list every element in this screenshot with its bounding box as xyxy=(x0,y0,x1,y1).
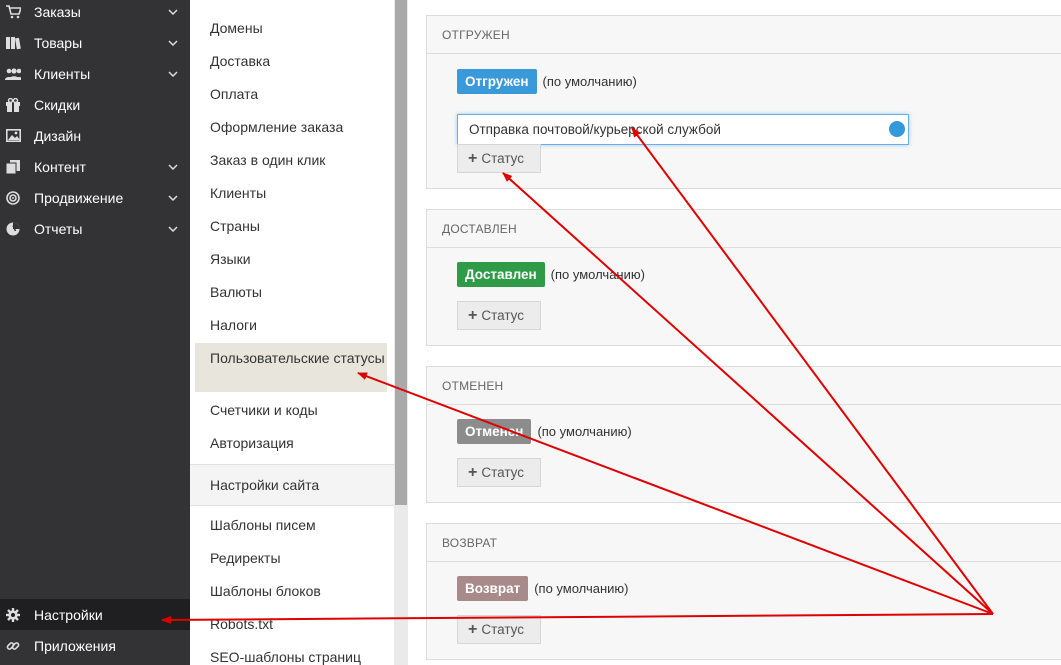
chevron-down-icon xyxy=(164,163,182,170)
add-status-label: Статус xyxy=(481,622,525,637)
status-line: Отменен (по умолчанию) xyxy=(457,419,632,444)
chevron-down-icon xyxy=(164,70,182,77)
nav-item-settings[interactable]: Настройки xyxy=(0,599,190,630)
status-description-input[interactable]: Отправка почтовой/курьерской службой xyxy=(457,114,909,145)
submenu-item-redirects[interactable]: Редиректы xyxy=(190,549,394,568)
submenu-item-seo-templates[interactable]: SEO-шаблоны страниц xyxy=(190,648,394,665)
nav-label: Контент xyxy=(34,158,86,175)
add-status-button[interactable]: + Статус xyxy=(457,144,541,173)
default-label: (по умолчанию) xyxy=(542,74,637,89)
submenu-item-custom-statuses[interactable]: Пользовательские статусы xyxy=(195,343,387,392)
settings-submenu: Домены Доставка Оплата Оформление заказа… xyxy=(190,0,394,665)
status-card-delivered: ДОСТАВЛЕН Доставлен (по умолчанию) + Ста… xyxy=(426,209,1061,346)
nav-label: Приложения xyxy=(34,637,116,654)
status-card-shipped: ОТГРУЖЕН Отгружен (по умолчанию) Отправк… xyxy=(426,15,1061,189)
books-icon xyxy=(5,35,21,51)
submenu-item-languages[interactable]: Языки xyxy=(190,250,394,269)
status-badge: Отгружен xyxy=(457,69,537,94)
nav-label: Товары xyxy=(34,34,83,51)
nav-label: Дизайн xyxy=(34,127,82,144)
target-icon xyxy=(5,190,21,206)
divider xyxy=(190,505,394,506)
chevron-down-icon xyxy=(164,225,182,232)
plus-icon: + xyxy=(468,306,478,324)
status-badge: Отменен xyxy=(457,419,532,444)
nav-item-apps[interactable]: Приложения xyxy=(0,630,190,661)
link-icon xyxy=(5,638,21,654)
default-label: (по умолчанию) xyxy=(534,581,629,596)
nav-item-content[interactable]: Контент xyxy=(0,151,190,182)
card-title: ОТМЕНЕН xyxy=(427,367,1061,405)
submenu-item-currencies[interactable]: Валюты xyxy=(190,283,394,302)
add-status-label: Статус xyxy=(481,465,525,480)
pages-icon xyxy=(5,159,21,175)
nav-item-design[interactable]: Дизайн xyxy=(0,120,190,151)
status-card-canceled: ОТМЕНЕН Отменен (по умолчанию) + Статус xyxy=(426,366,1061,503)
submenu-item-block-templates[interactable]: Шаблоны блоков xyxy=(190,582,394,601)
image-icon xyxy=(5,128,21,144)
cart-icon xyxy=(5,4,21,20)
status-card-return: ВОЗВРАТ Возврат (по умолчанию) + Статус xyxy=(426,523,1061,660)
plus-icon: + xyxy=(468,620,478,638)
main-sidebar: Заказы Товары Клиенты Скидки Дизайн Конт… xyxy=(0,0,190,665)
submenu-item-countries[interactable]: Страны xyxy=(190,217,394,236)
add-status-label: Статус xyxy=(481,308,525,323)
submenu-section-site-settings[interactable]: Настройки сайта xyxy=(190,465,394,505)
nav-label: Заказы xyxy=(34,3,81,20)
status-badge: Доставлен xyxy=(457,262,545,287)
submenu-item-robots[interactable]: Robots.txt xyxy=(190,615,394,634)
submenu-item-checkout[interactable]: Оформление заказа xyxy=(190,118,394,137)
add-status-button[interactable]: + Статус xyxy=(457,301,541,330)
gear-icon xyxy=(5,607,21,623)
color-picker-dot[interactable] xyxy=(889,121,905,137)
nav-label: Отчеты xyxy=(34,220,83,237)
chevron-down-icon xyxy=(164,39,182,46)
default-label: (по умолчанию) xyxy=(550,267,645,282)
plus-icon: + xyxy=(468,463,478,481)
status-badge: Возврат xyxy=(457,576,529,601)
nav-item-discounts[interactable]: Скидки xyxy=(0,89,190,120)
default-label: (по умолчанию) xyxy=(537,424,632,439)
card-title: ВОЗВРАТ xyxy=(427,524,1061,562)
nav-label: Скидки xyxy=(34,96,81,113)
status-line: Доставлен (по умолчанию) xyxy=(457,262,645,287)
submenu-scrollbar-thumb[interactable] xyxy=(395,0,407,505)
nav-label: Клиенты xyxy=(34,65,91,82)
submenu-item-payment[interactable]: Оплата xyxy=(190,85,394,104)
gift-icon xyxy=(5,97,21,113)
card-title: ОТГРУЖЕН xyxy=(427,16,1061,54)
submenu-item-one-click-order[interactable]: Заказ в один клик xyxy=(190,151,394,170)
nav-item-orders[interactable]: Заказы xyxy=(0,0,190,27)
add-status-button[interactable]: + Статус xyxy=(457,615,541,644)
nav-item-promotion[interactable]: Продвижение xyxy=(0,182,190,213)
status-line: Отгружен (по умолчанию) xyxy=(457,69,637,94)
card-title: ДОСТАВЛЕН xyxy=(427,210,1061,248)
plus-icon: + xyxy=(468,149,478,167)
submenu-item-email-templates[interactable]: Шаблоны писем xyxy=(190,516,394,535)
submenu-item-domains[interactable]: Домены xyxy=(190,19,394,38)
nav-item-customers[interactable]: Клиенты xyxy=(0,58,190,89)
submenu-item-delivery[interactable]: Доставка xyxy=(190,52,394,71)
chart-pie-icon xyxy=(5,221,21,237)
nav-item-products[interactable]: Товары xyxy=(0,27,190,58)
status-description-value: Отправка почтовой/курьерской службой xyxy=(469,122,721,137)
nav-label: Продвижение xyxy=(34,189,124,206)
chevron-down-icon xyxy=(164,8,182,15)
submenu-item-taxes[interactable]: Налоги xyxy=(190,316,394,335)
users-icon xyxy=(5,66,21,82)
submenu-item-auth[interactable]: Авторизация xyxy=(190,434,394,453)
status-line: Возврат (по умолчанию) xyxy=(457,576,628,601)
nav-item-reports[interactable]: Отчеты xyxy=(0,213,190,244)
add-status-button[interactable]: + Статус xyxy=(457,458,541,487)
chevron-down-icon xyxy=(164,194,182,201)
add-status-label: Статус xyxy=(481,151,525,166)
submenu-item-customers[interactable]: Клиенты xyxy=(190,184,394,203)
submenu-item-counters[interactable]: Счетчики и коды xyxy=(190,401,394,420)
nav-label: Настройки xyxy=(34,606,103,623)
